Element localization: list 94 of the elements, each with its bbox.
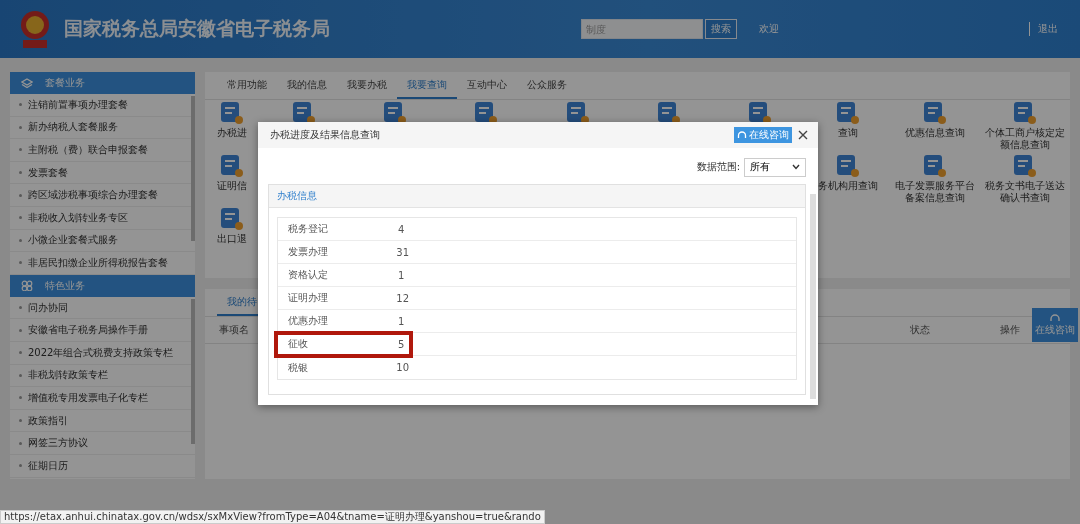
headset-icon	[1049, 313, 1061, 323]
sidebar-item-label: 政策指引	[28, 413, 68, 428]
bullet-icon	[19, 441, 22, 445]
service-link[interactable]: 税务文书电子送达确认书查询	[985, 180, 1065, 204]
bullet-icon	[19, 396, 22, 400]
bullet-icon	[19, 261, 22, 265]
tab[interactable]: 常用功能	[217, 72, 277, 99]
tab[interactable]: 互动中心	[457, 72, 517, 99]
search-button[interactable]: 搜索	[704, 19, 737, 39]
table-cell: 12	[396, 292, 409, 304]
column-header: 事项名	[219, 323, 250, 337]
flower-icon	[21, 280, 33, 292]
bullet-icon	[19, 464, 22, 468]
headset-icon	[737, 130, 747, 140]
tab[interactable]: 我的信息	[277, 72, 337, 99]
status-url: https://etax.anhui.chinatax.gov.cn/wdsx/sxMxView?fromType=A04&tname=证明办理&yanshou=true&rando	[0, 510, 545, 524]
document-icon	[220, 208, 243, 230]
tab[interactable]: 我要查询	[397, 72, 457, 99]
table-cell-text: 税务登记	[288, 222, 329, 236]
bullet-icon	[19, 238, 22, 242]
emblem-icon	[18, 9, 52, 49]
layers-icon	[21, 77, 33, 89]
sidebar-item[interactable]: 非居民扣缴企业所得税报告套餐	[10, 252, 195, 275]
sidebar-item-label: 非税收入划转业务专区	[28, 210, 128, 225]
sidebar-item-label: 2022年组合式税费支持政策专栏	[28, 345, 174, 360]
sidebar-item-label: 新办纳税人套餐服务	[28, 120, 118, 135]
table-cell: 1	[398, 269, 405, 281]
table-cell-text: 资格认定	[288, 268, 329, 282]
bullet-icon	[19, 171, 22, 175]
bullet-icon	[19, 103, 22, 107]
service-link[interactable]: 出口退	[216, 233, 247, 245]
table-cell-text: 优惠办理	[288, 314, 329, 328]
sidebar-item-label: 发票套餐	[28, 165, 68, 180]
document-icon	[924, 102, 946, 124]
welcome-text: 欢迎	[758, 22, 779, 36]
range-select[interactable]: 所有	[744, 157, 806, 177]
filter-label: 数据范围:	[696, 160, 740, 174]
bullet-icon	[19, 193, 22, 197]
sidebar-item[interactable]: 征期日历	[10, 454, 195, 478]
service-link[interactable]: 办税进	[216, 127, 247, 139]
service-link[interactable]: 个体工商户核定定额信息查询	[985, 127, 1065, 151]
sidebar-item-label: 小微企业套餐式服务	[28, 233, 118, 248]
bullet-icon	[19, 373, 22, 377]
service-link[interactable]: 务机构用查询	[818, 180, 878, 192]
bullet-icon	[19, 351, 22, 355]
table-cell: 10	[396, 362, 409, 373]
panel-title: 办税信息	[269, 185, 805, 208]
document-icon	[837, 102, 859, 124]
bullet-icon	[19, 328, 22, 332]
tab[interactable]: 公众服务	[517, 72, 577, 99]
dialog-title: 办税进度及结果信息查询	[270, 128, 380, 142]
document-icon	[837, 155, 859, 177]
bullet-icon	[19, 125, 22, 129]
document-icon	[220, 102, 243, 124]
table-cell-text: 税银	[288, 360, 309, 375]
bullet-icon	[19, 306, 22, 310]
table-cell-text: 征收	[288, 337, 309, 351]
column-header: 状态	[910, 323, 930, 337]
table-cell: 4	[398, 223, 405, 235]
document-icon	[220, 155, 243, 177]
bullet-icon	[19, 216, 22, 220]
chevron-down-icon	[792, 164, 800, 170]
sidebar-item-label: 征期日历	[28, 458, 68, 473]
logout-link[interactable]: 退出	[1029, 22, 1058, 36]
sidebar-item-label: 注销前置事项办理套餐	[28, 97, 128, 112]
sidebar-item-label: 主附税（费）联合申报套餐	[28, 143, 148, 157]
document-icon	[924, 155, 946, 177]
section-title: 套餐业务	[45, 76, 85, 90]
bullet-icon	[19, 148, 22, 152]
service-link[interactable]: 查询	[838, 127, 858, 139]
sidebar-item-label: 跨区域涉税事项综合办理套餐	[28, 188, 158, 203]
table-cell: 31	[396, 246, 409, 258]
site-title: 国家税务总局安徽省电子税务局	[64, 16, 330, 41]
sidebar-item-label: 增值税专用发票电子化专栏	[28, 390, 148, 405]
sidebar-item-label: 网签三方协议	[28, 436, 88, 451]
document-icon	[1014, 102, 1036, 124]
service-link[interactable]: 电子发票服务平台备案信息查询	[895, 180, 975, 204]
sidebar-item-label: 安徽省电子税务局操作手册	[28, 323, 148, 338]
tab[interactable]: 我要办税	[337, 72, 397, 99]
table-cell-text: 证明办理	[288, 291, 329, 305]
section-title: 特色业务	[45, 278, 85, 293]
table-cell-text: 发票办理	[288, 245, 329, 259]
sidebar-item-label: 非税划转政策专栏	[28, 368, 108, 383]
consult-button[interactable]: 在线咨询	[734, 127, 792, 143]
bullet-icon	[19, 419, 22, 422]
sidebar-item-label: 问办协同	[28, 300, 68, 315]
sidebar-item-label: 非居民扣缴企业所得税报告套餐	[28, 255, 168, 270]
column-header: 操作	[1000, 323, 1020, 337]
document-icon	[1014, 155, 1036, 177]
table-cell: 1	[398, 315, 405, 327]
service-link[interactable]: 证明信	[216, 180, 247, 192]
table-cell: 5	[398, 338, 405, 350]
service-link[interactable]: 优惠信息查询	[905, 127, 965, 139]
close-icon	[798, 130, 808, 140]
